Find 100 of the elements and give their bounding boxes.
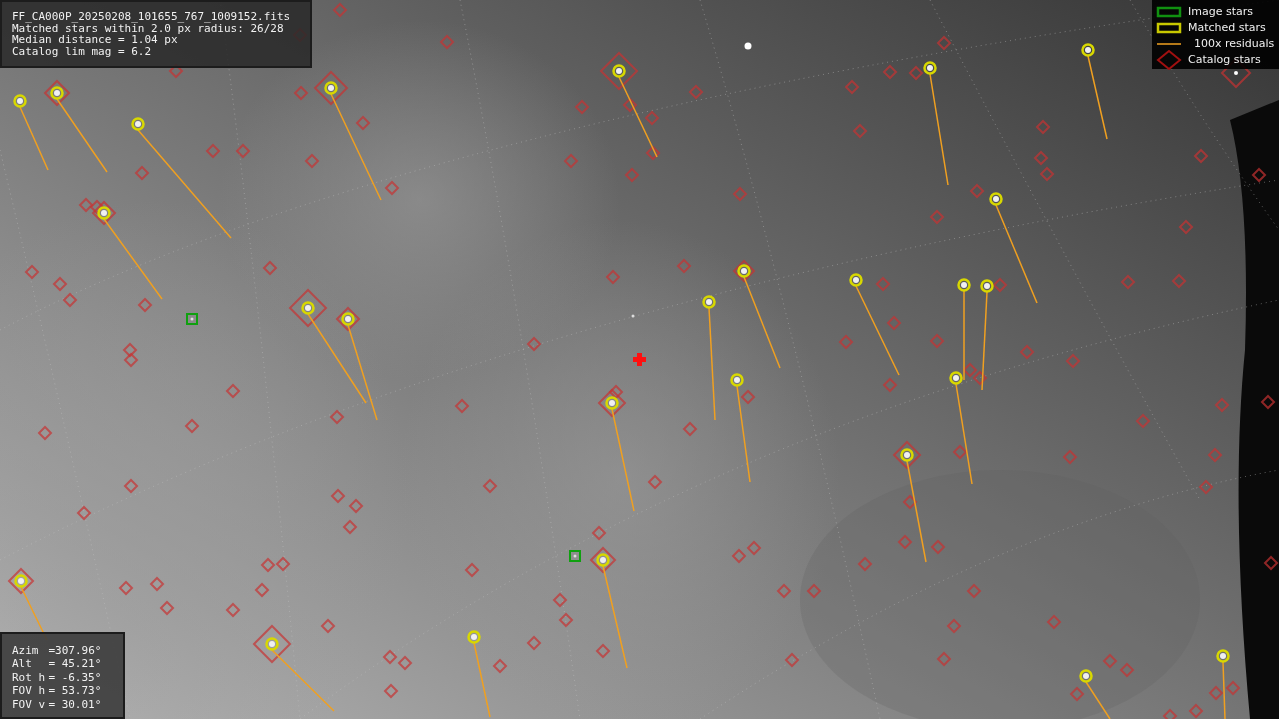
catalog-star-marker <box>682 421 698 437</box>
catalog-star-marker <box>1069 686 1085 702</box>
catalog-star-marker <box>159 600 175 616</box>
catalog-star-marker <box>482 478 498 494</box>
catalog-star-marker <box>262 260 278 276</box>
pointing-value: 53.73° <box>60 684 102 698</box>
catalog-star-marker <box>676 258 692 274</box>
catalog-star-marker <box>149 576 165 592</box>
info-text: FF_CA000P_20250208_101655_767_1009152.fits <box>12 11 292 23</box>
catalog-star-marker <box>1135 413 1151 429</box>
catalog-star-marker <box>605 269 621 285</box>
catalog-star-marker <box>1046 614 1062 630</box>
catalog-star-marker <box>1065 353 1081 369</box>
catalog-star-marker <box>1035 119 1051 135</box>
catalog-star-marker <box>225 602 241 618</box>
catalog-star-marker <box>930 539 946 555</box>
catalog-star-marker <box>313 70 349 106</box>
catalog-star-marker <box>24 264 40 280</box>
catalog-star-marker <box>464 562 480 578</box>
catalog-star-marker <box>355 115 371 131</box>
residual-line <box>271 649 335 712</box>
catalog-star-marker <box>320 618 336 634</box>
catalog-star-marker <box>962 362 978 378</box>
equals-sign: = <box>48 670 56 684</box>
catalog-star-marker <box>1120 274 1136 290</box>
catalog-star-marker <box>332 2 348 18</box>
catalog-legend-icon <box>1156 49 1182 70</box>
catalog-star-marker <box>844 79 860 95</box>
catalog-star-marker <box>122 342 138 358</box>
catalog-star-marker <box>882 377 898 393</box>
catalog-star-marker <box>1260 394 1276 410</box>
pointing-label: FOV v <box>12 697 47 711</box>
catalog-star-marker <box>1193 148 1209 164</box>
catalog-star-marker <box>929 209 945 225</box>
catalog-star-marker <box>335 306 361 332</box>
catalog-star-marker <box>552 592 568 608</box>
catalog-star-marker <box>645 145 661 161</box>
catalog-star-marker <box>1208 685 1224 701</box>
matched-legend-icon <box>1156 20 1182 35</box>
catalog-star-marker <box>875 276 891 292</box>
catalog-star-marker <box>137 297 153 313</box>
catalog-star-marker <box>952 444 968 460</box>
catalog-star-marker <box>397 655 413 671</box>
catalog-star-marker <box>454 398 470 414</box>
pointing-value: -6.35° <box>60 670 102 684</box>
equals-sign: = <box>48 657 56 671</box>
equals-sign: = <box>48 643 56 657</box>
catalog-star-marker <box>784 652 800 668</box>
catalog-star-marker <box>897 534 913 550</box>
catalog-star-marker <box>1019 344 1035 360</box>
catalog-star-marker <box>384 180 400 196</box>
catalog-star-marker <box>76 505 92 521</box>
image-legend-icon <box>1156 4 1182 19</box>
catalog-star-marker <box>992 277 1008 293</box>
catalog-star-marker <box>1039 166 1055 182</box>
catalog-star-marker <box>558 612 574 628</box>
catalog-star-marker <box>644 110 660 126</box>
catalog-star-marker <box>838 334 854 350</box>
legend-label: Image stars <box>1188 5 1253 18</box>
pointing-label: Azim <box>12 643 40 657</box>
pointing-value: 45.21° <box>60 657 102 671</box>
catalog-star-marker <box>134 165 150 181</box>
catalog-star-marker <box>936 651 952 667</box>
catalog-star-marker <box>37 425 53 441</box>
legend-label: Catalog stars <box>1188 53 1261 66</box>
catalog-star-marker <box>1214 397 1230 413</box>
catalog-star-marker <box>688 84 704 100</box>
catalog-star-marker <box>946 618 962 634</box>
catalog-star-marker <box>776 583 792 599</box>
residual-line <box>19 106 49 171</box>
catalog-star-marker <box>275 556 291 572</box>
catalog-star-marker <box>43 79 71 107</box>
info-text: Matched stars within 2.0 px radius: 26/28 <box>12 22 284 34</box>
catalog-star-marker <box>591 525 607 541</box>
center-cross-icon <box>633 353 646 366</box>
catalog-star-marker <box>1198 479 1214 495</box>
catalog-star-marker <box>852 123 868 139</box>
catalog-star-marker <box>563 153 579 169</box>
catalog-star-marker <box>205 143 221 159</box>
catalog-star-marker <box>1119 662 1135 678</box>
catalog-star-marker <box>260 557 276 573</box>
catalog-star-marker <box>1102 653 1118 669</box>
catalog-star-marker <box>1225 680 1241 696</box>
catalog-star-marker <box>254 582 270 598</box>
pointing-value: 30.01° <box>60 697 102 711</box>
info-text: Catalog lim mag = 6.2 <box>12 45 153 57</box>
catalog-star-marker <box>731 548 747 564</box>
pointing-label: Rot h <box>12 670 47 684</box>
catalog-star-marker <box>288 288 328 328</box>
catalog-star-marker <box>908 65 924 81</box>
catalog-star-marker <box>732 259 756 283</box>
catalog-star-marker <box>118 580 134 596</box>
equals-sign: = <box>48 684 56 698</box>
catalog-star-marker <box>966 583 982 599</box>
catalog-star-marker <box>969 183 985 199</box>
catalog-star-marker <box>732 186 748 202</box>
catalog-star-marker <box>806 583 822 599</box>
catalog-star-marker <box>746 540 762 556</box>
catalog-star-marker <box>972 370 988 386</box>
residual-line <box>1085 681 1111 719</box>
